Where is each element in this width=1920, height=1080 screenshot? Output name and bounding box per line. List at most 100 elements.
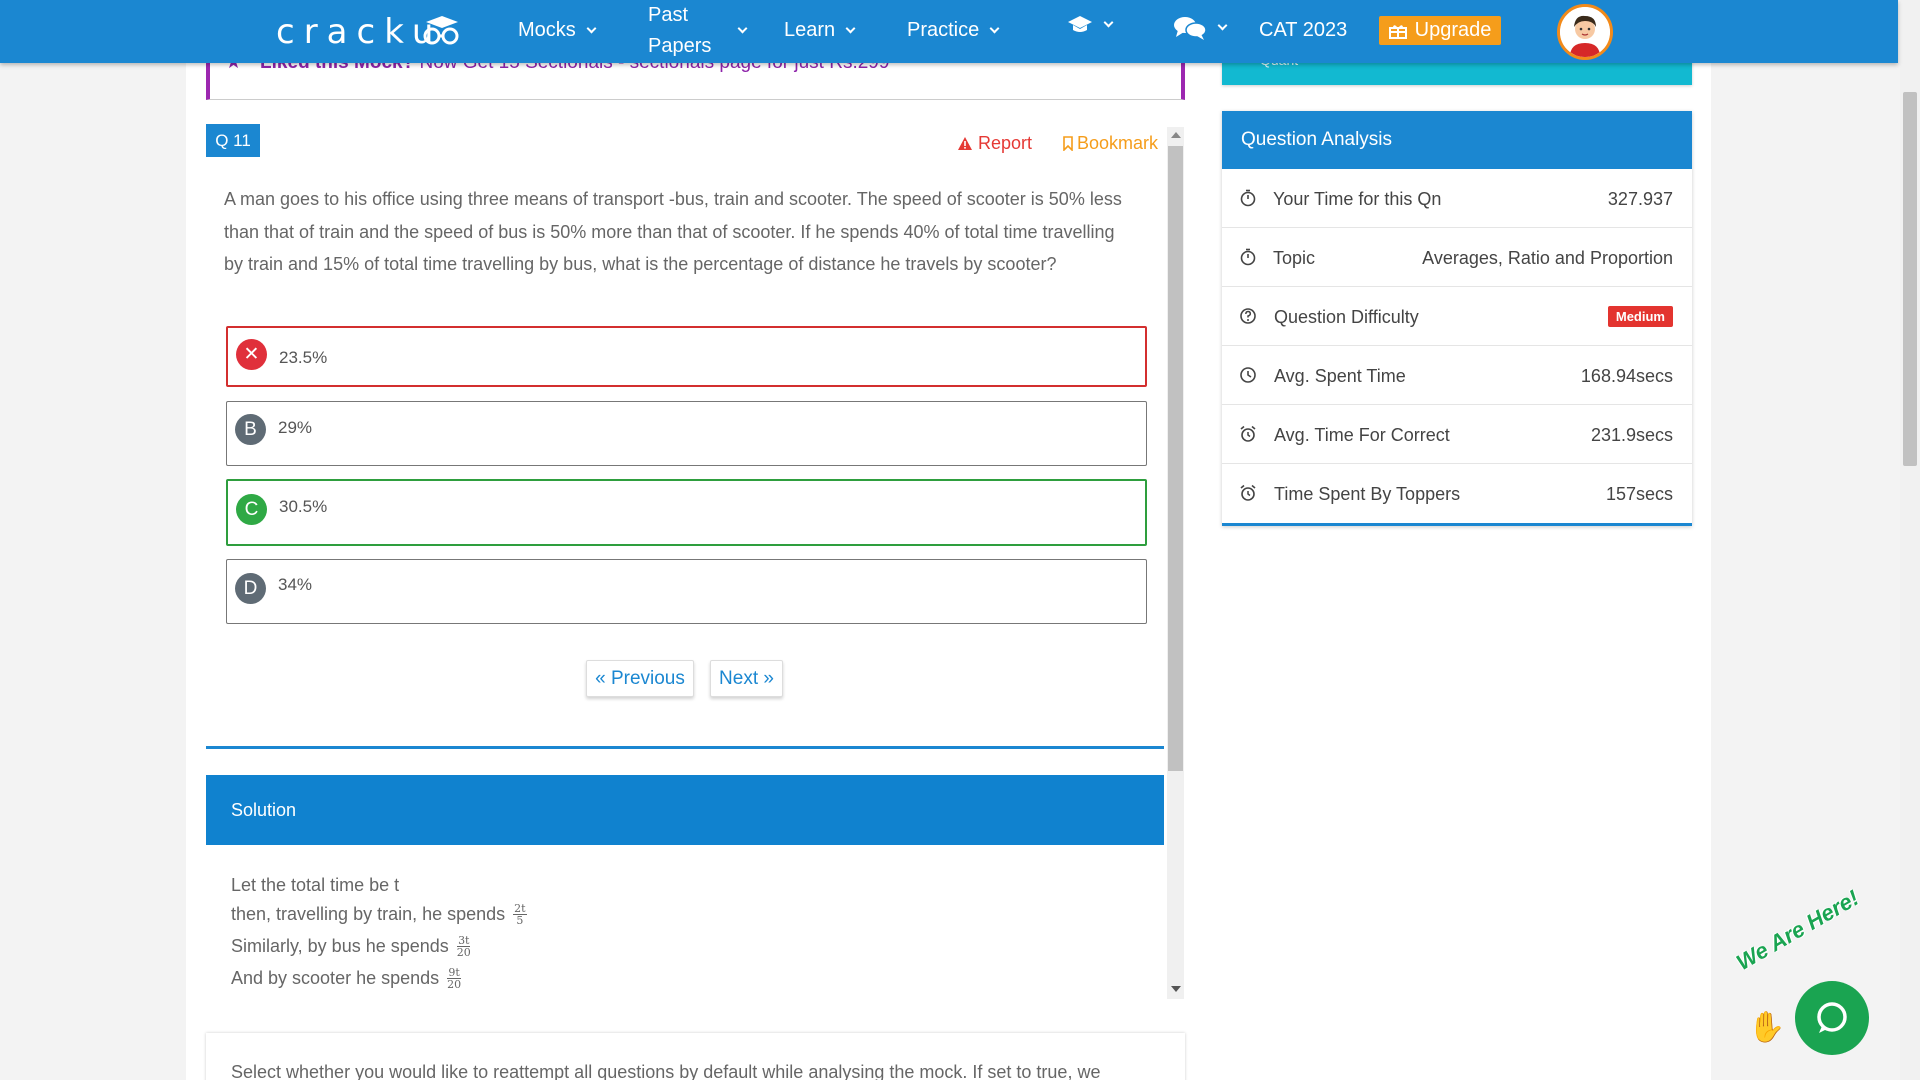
analysis-value: 157secs [1605,484,1673,504]
stopwatch-icon [1240,189,1256,207]
analysis-label: Time Spent By Toppers [1274,484,1461,504]
solution-line-4: And by scooter he spends 9t 20 [231,967,461,990]
question-circle-icon [1240,308,1256,324]
analysis-row-your-time: Your Time for this Qn 327.937 [1222,169,1692,228]
nav-cat-2023[interactable]: CAT 2023 [1259,15,1347,46]
report-label: Report [978,133,1033,153]
previous-button[interactable]: « Previous [586,660,694,697]
analysis-value: 168.94secs [1580,366,1673,386]
fraction: 2t 5 [513,903,527,927]
option-b-label: 29% [278,418,313,437]
upgrade-label: Upgrade [1414,19,1492,41]
analysis-label: Question Difficulty [1274,307,1419,327]
question-analysis-header: Question Analysis [1222,111,1692,169]
nav-papers-label: Papers [648,35,712,57]
option-c-marker: C [236,494,267,525]
clock-icon [1240,367,1256,383]
fraction: 9t 20 [447,967,461,990]
nav-mocks-label: Mocks [518,19,576,41]
fraction-denominator: 20 [456,946,471,959]
chevron-down-icon [586,23,597,33]
nav-courses[interactable] [1067,15,1114,35]
next-button[interactable]: Next » [710,660,783,697]
nav-past-papers[interactable]: Past Papers [648,0,748,62]
analysis-row-difficulty: Question Difficulty Medium [1222,287,1692,346]
analysis-row-topic: Topic Averages, Ratio and Proportion [1222,228,1692,287]
fraction-denominator: 5 [516,914,524,927]
nav-practice[interactable]: Practice [907,15,1000,46]
question-text: A man goes to his office using three mea… [224,189,1122,274]
chevron-down-icon [737,23,748,34]
analysis-label: Avg. Spent Time [1274,366,1406,386]
chat-tagline: We Are Here! [1732,885,1864,976]
nav-mocks[interactable]: Mocks [518,15,597,46]
chevron-down-icon [1217,20,1228,31]
comments-icon [1174,17,1207,40]
option-c-label: 30.5% [279,497,328,516]
option-a[interactable]: ✕ 23.5% [226,326,1147,387]
fraction-denominator: 20 [447,978,462,991]
waving-hand-icon: ✋ [1748,1011,1786,1044]
bookmark-label: Bookmark [1077,133,1159,153]
option-b[interactable]: B 29% [226,401,1147,466]
alarm-clock-icon [1240,425,1256,442]
solution-line-3: Similarly, by bus he spends 3t 20 [231,935,471,958]
solution-line-1-text: Let the total time be t [231,875,400,895]
option-b-marker: B [235,414,266,445]
analysis-value: 231.9secs [1590,425,1673,445]
gift-icon [1388,24,1407,39]
bookmark-icon [1063,136,1073,151]
analysis-label: Topic [1273,248,1316,268]
option-d[interactable]: D 34% [226,559,1147,624]
solution-line-3-text: Similarly, by bus he spends [231,936,449,956]
page-scrollbar[interactable] [1900,0,1920,1080]
alarm-clock-icon [1240,484,1256,501]
question-scrollbar[interactable] [1167,127,1184,999]
bookmark-button[interactable]: Bookmark [1062,133,1158,154]
option-c[interactable]: C 30.5% [226,479,1147,546]
nav-practice-label: Practice [907,19,980,41]
option-d-marker: D [235,573,266,604]
user-avatar-image [1560,7,1610,57]
nav-past-label: Past [648,4,689,26]
report-button[interactable]: Report [957,133,1032,154]
top-navbar: cracku Mocks Past Papers Learn Practice … [0,0,1898,63]
solution-line-2: then, travelling by train, he spends 2t 5 [231,903,527,926]
fraction: 3t 20 [457,935,471,958]
scroll-down-icon[interactable] [1171,986,1181,992]
option-d-label: 34% [278,575,313,594]
scroll-up-icon[interactable] [1171,132,1181,138]
solution-header: Solution [206,775,1164,845]
analysis-value: Averages, Ratio and Proportion [1422,248,1673,268]
question-number-badge: Q 11 [206,124,260,157]
nav-discuss[interactable] [1173,15,1228,41]
solution-line-4-text: And by scooter he spends [231,968,440,988]
nav-learn-label: Learn [784,19,836,41]
warning-icon [958,137,972,150]
reattempt-settings-text: Select whether you would like to reattem… [231,1062,1101,1080]
graduation-cap-icon [1068,16,1092,32]
analysis-row-toppers: Time Spent By Toppers 157secs [1222,464,1692,523]
chevron-down-icon [1103,17,1114,28]
logo-glasses-icon [423,16,459,45]
analysis-row-avg-spent: Avg. Spent Time 168.94secs [1222,346,1692,405]
analysis-row-avg-correct: Avg. Time For Correct 231.9secs [1222,405,1692,464]
chevron-down-icon [845,23,856,33]
analysis-label: Your Time for this Qn [1273,189,1442,209]
solution-line-1: Let the total time be t [231,875,399,896]
solution-line-2-text: then, travelling by train, he spends [231,904,506,924]
analysis-value: 327.937 [1607,189,1673,209]
chat-bubble-icon [1817,1002,1847,1033]
question-scroll-thumb[interactable] [1168,146,1183,771]
analysis-label: Avg. Time For Correct [1274,425,1450,445]
chat-button[interactable] [1795,981,1869,1055]
wrong-answer-icon: ✕ [236,339,267,370]
nav-learn[interactable]: Learn [784,15,856,46]
difficulty-badge: Medium [1607,306,1673,327]
user-avatar[interactable] [1557,4,1613,60]
question-analysis-panel: Question Analysis Your Time for this Qn … [1222,111,1692,526]
chevron-down-icon [989,23,1000,33]
stopwatch-icon [1240,248,1256,266]
upgrade-button[interactable]: Upgrade [1379,16,1501,45]
page-scroll-thumb[interactable] [1903,92,1917,466]
